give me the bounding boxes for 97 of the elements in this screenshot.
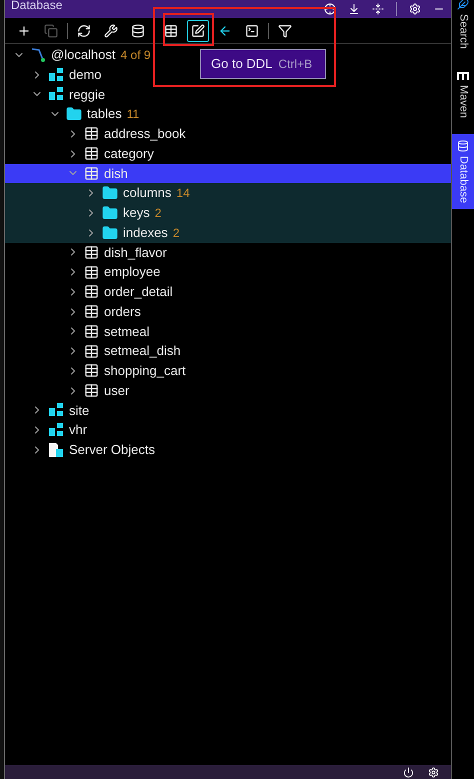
tree-item[interactable]: address_book [5,124,186,144]
item-label: dish [104,164,128,183]
refresh-icon [77,24,91,38]
toolbar-button[interactable] [187,20,209,42]
folder-icon [102,204,118,221]
item-label: order_detail [104,283,173,302]
item-count: 4 of 9 [120,46,151,64]
item-count: 11 [126,106,140,124]
item-label: orders [104,302,141,321]
settings-icon[interactable] [409,3,421,15]
item-label: demo [69,66,102,84]
schema-icon [48,402,64,418]
item-label: address_book [104,125,186,144]
tree-item[interactable]: @localhost 4 of 9 [5,45,151,65]
item-label: tables [87,105,122,124]
database-icon [457,140,469,152]
filter-icon [278,24,292,38]
side-tab-label: Database [458,156,468,203]
tree-item[interactable]: orders [5,302,141,322]
table-icon [84,324,99,339]
panel-title: Database [11,0,62,14]
schema-icon [48,422,64,438]
table-icon [84,284,99,300]
feather-icon [457,0,469,10]
tree-item[interactable]: setmeal [5,322,150,342]
tree-item[interactable]: order_detail [5,282,173,302]
console-icon [245,24,259,38]
tooltip-label: Go to DDL [211,55,272,74]
pencil-icon [191,24,205,38]
table-icon [164,24,178,38]
copy-icon [44,24,58,38]
side-tab[interactable]: Database [452,134,474,209]
datasource-icon [30,46,46,63]
item-label: category [104,144,154,163]
maven-icon [457,70,469,81]
table-icon [84,166,99,181]
tree-item[interactable]: tables 11 [5,104,140,124]
tree-item[interactable]: vhr [5,420,88,440]
item-label: user [104,382,130,400]
side-tab[interactable]: Maven [452,64,474,124]
schema-icon [48,66,64,83]
tree-item[interactable]: reggie [5,84,106,104]
item-label: setmeal [104,322,150,341]
tree-item[interactable]: shopping_cart [5,361,186,381]
add-icon [17,24,31,38]
tree-item[interactable]: columns 14 [5,183,190,203]
arrow-icon [218,24,232,38]
side-tab-label: Search [458,14,468,49]
table-icon [84,264,99,280]
tree-item[interactable]: dish_flavor [5,242,167,262]
tree-item[interactable]: Server Objects [5,440,155,460]
tree-item[interactable]: user [5,380,130,400]
folder-icon [66,106,82,122]
server-objects-icon [48,442,64,458]
database-icon [131,24,145,38]
tooltip-shortcut: Ctrl+B [278,56,312,73]
tree-item[interactable]: dish [5,164,128,184]
item-label: indexes [123,224,168,242]
side-tab[interactable]: Search [452,0,474,55]
item-label: vhr [69,421,88,440]
power-icon[interactable] [403,766,414,778]
table-icon [84,304,99,320]
tree-item[interactable]: setmeal_dish [5,341,181,361]
tree-item[interactable]: indexes 2 [5,222,180,242]
item-label: setmeal_dish [104,342,181,360]
item-label: @localhost [51,46,116,64]
table-icon [84,363,99,378]
tree-item[interactable]: keys 2 [5,203,162,223]
tree-item[interactable]: demo [5,64,102,84]
side-tab-label: Maven [458,84,468,118]
table-icon [84,383,99,398]
item-count: 2 [172,224,180,242]
item-label: Server Objects [69,441,155,460]
item-count: 14 [176,185,190,202]
settings-icon[interactable] [428,766,439,778]
expand-icon[interactable] [348,3,360,15]
tree-item[interactable]: site [5,400,90,420]
item-label: reggie [69,86,106,104]
schema-icon [48,86,64,102]
item-label: site [69,402,90,420]
folder-icon [102,185,118,202]
table-icon [84,344,99,359]
item-label: dish_flavor [104,244,167,262]
wrench-icon [104,24,118,38]
table-icon [84,126,99,142]
folder-icon [102,224,118,241]
item-label: keys [123,204,150,222]
item-count: 2 [154,204,162,222]
crosshair-icon[interactable] [324,3,336,15]
item-label: shopping_cart [104,362,186,380]
table-icon [84,146,99,162]
collapse-icon[interactable] [372,3,384,15]
tree-item[interactable]: employee [5,262,160,282]
item-label: columns [123,184,172,202]
item-label: employee [104,263,160,282]
table-icon [84,244,99,260]
tree-item[interactable]: category [5,144,154,164]
